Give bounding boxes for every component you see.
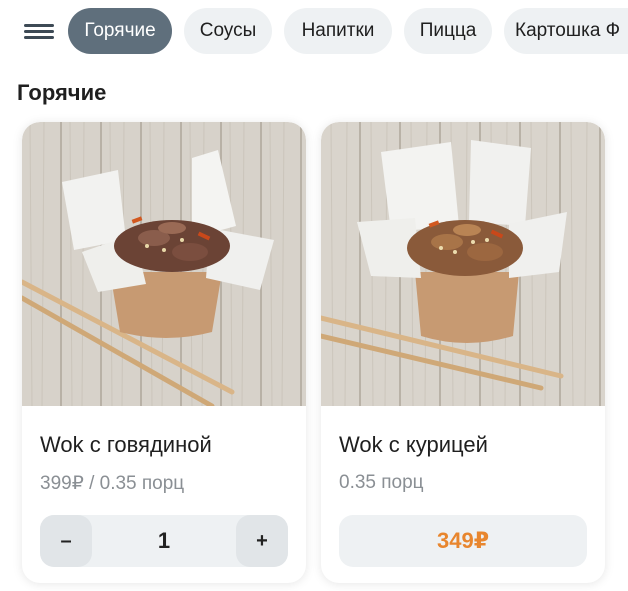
category-chip-drinks[interactable]: Напитки bbox=[284, 8, 392, 54]
wok-box-illustration bbox=[321, 122, 605, 406]
product-portion: 0.35 порц bbox=[339, 472, 424, 493]
wok-box-illustration bbox=[22, 122, 306, 406]
product-card-beef[interactable]: Wok с говядиной 399₽ / 0.35 порц – 1 + bbox=[22, 122, 306, 583]
category-chip-hot[interactable]: Горячие bbox=[68, 8, 172, 54]
category-chip-pizza[interactable]: Пицца bbox=[404, 8, 492, 54]
product-name: Wok с говядиной bbox=[40, 432, 212, 457]
category-chip-potato[interactable]: Картошка Ф bbox=[504, 8, 628, 54]
product-card-chicken[interactable]: Wok с курицей 0.35 порц 349₽ bbox=[321, 122, 605, 583]
product-price-portion: 399₽ / 0.35 порц bbox=[40, 473, 185, 494]
category-nav: Горячие Соусы Напитки Пицца Картошка Ф bbox=[0, 0, 628, 62]
product-name: Wok с курицей bbox=[339, 432, 488, 457]
increase-quantity-button[interactable]: + bbox=[236, 515, 288, 567]
section-title: Горячие bbox=[17, 80, 107, 105]
quantity-value: 1 bbox=[157, 528, 171, 553]
product-image-chicken-wok[interactable] bbox=[321, 122, 605, 406]
add-to-cart-price-button[interactable]: 349₽ bbox=[339, 515, 587, 567]
quantity-stepper: – 1 + bbox=[40, 515, 288, 567]
decrease-quantity-button[interactable]: – bbox=[40, 515, 92, 567]
hamburger-menu-icon[interactable] bbox=[24, 22, 54, 42]
product-image-beef-wok[interactable] bbox=[22, 122, 306, 406]
category-chip-sauces[interactable]: Соусы bbox=[184, 8, 272, 54]
